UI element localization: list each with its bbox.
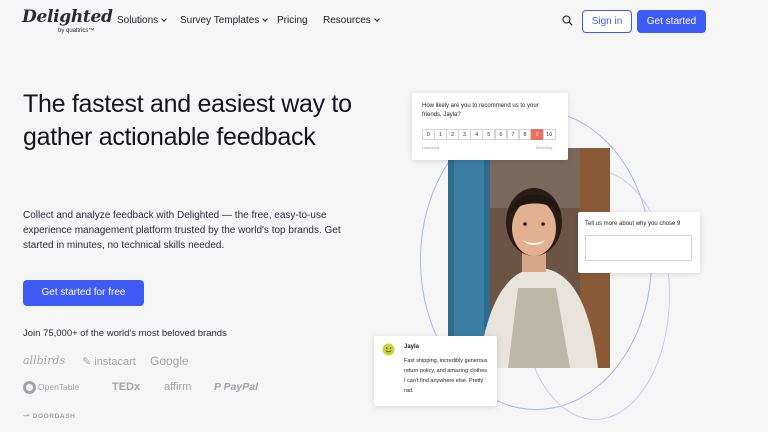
followup-question: Tell us more about why you chose 9	[585, 221, 681, 227]
get-started-free-button[interactable]: Get started for free	[23, 280, 144, 306]
top-nav: Delighted by qualtrics™ Solutions Survey…	[0, 0, 768, 42]
paypal-p-icon: P	[214, 381, 221, 393]
nav-item-survey-templates[interactable]: Survey Templates	[180, 15, 269, 26]
nps-low-label: Least likely	[422, 146, 440, 150]
nav-item-label: Pricing	[277, 15, 308, 26]
delighted-logo[interactable]: Delighted by qualtrics™	[22, 7, 113, 34]
search-icon[interactable]	[562, 15, 573, 26]
brand-label: PayPal	[223, 381, 258, 393]
sign-in-button[interactable]: Sign in	[582, 10, 632, 33]
nps-question: How likely are you to recommend us to yo…	[422, 103, 539, 118]
brand-logo-tedx: TEDx	[112, 381, 141, 393]
brand-logo-google: Google	[150, 354, 189, 368]
hero-subtext: Collect and analyze feedback with Deligh…	[23, 210, 341, 251]
nps-option-7[interactable]: 7	[506, 129, 520, 140]
nps-scale: 0 1 2 3 4 5 6 7 8 9 10	[422, 129, 556, 140]
testimonial-name: Jayla	[404, 344, 420, 350]
brand-logo-instacart: ✎ instacart	[82, 355, 136, 368]
nps-option-6[interactable]: 6	[494, 129, 508, 140]
nps-survey-card: How likely are you to recommend us to yo…	[412, 93, 568, 160]
brand-logo-affirm: affirm	[164, 381, 192, 393]
logo-text: Delighted	[22, 7, 113, 27]
logo-subtext: by qualtrics™	[58, 28, 95, 34]
nav-item-resources[interactable]: Resources	[323, 15, 380, 26]
nps-high-label: Most likely	[536, 146, 553, 150]
opentable-dot-icon	[23, 381, 36, 394]
followup-question-card: Tell us more about why you chose 9	[578, 212, 700, 273]
nav-item-label: Solutions	[117, 15, 159, 26]
followup-answer-field[interactable]	[585, 235, 692, 261]
brand-logo-opentable: OpenTable	[23, 381, 79, 394]
brand-logo-allbirds: allbirds	[23, 354, 66, 367]
nav-item-pricing[interactable]: Pricing	[277, 15, 308, 26]
nps-option-9-selected[interactable]: 9	[530, 129, 544, 140]
chevron-down-icon	[161, 16, 167, 22]
nav-item-solutions[interactable]: Solutions	[117, 15, 167, 26]
testimonial-text: Fast shipping, incredibly generous retur…	[404, 358, 488, 394]
nps-option-0[interactable]: 0	[422, 129, 435, 140]
nps-option-3[interactable]: 3	[458, 129, 471, 140]
brand-label: instacart	[94, 356, 136, 368]
testimonial-card: Jayla Fast shipping, incredibly generous…	[374, 336, 497, 406]
nps-option-10[interactable]: 10	[542, 129, 556, 140]
brand-label: OpenTable	[38, 381, 80, 392]
nps-option-1[interactable]: 1	[434, 129, 447, 140]
brand-label: DOORDASH	[32, 413, 76, 420]
nps-option-8[interactable]: 8	[518, 129, 532, 140]
nps-option-4[interactable]: 4	[470, 129, 483, 140]
brand-logo-doordash: ⇀ DOORDASH	[23, 411, 75, 420]
chevron-down-icon	[262, 16, 269, 22]
nps-option-5[interactable]: 5	[482, 129, 496, 140]
nav-item-label: Resources	[323, 15, 371, 26]
brands-heading: Join 75,000+ of the world's most beloved…	[23, 328, 227, 339]
smiley-face-icon	[382, 343, 395, 356]
get-started-button[interactable]: Get started	[637, 10, 706, 33]
hero-headline: The fastest and easiest way to gather ac…	[23, 90, 352, 151]
brand-logo-paypal: P PayPal	[214, 381, 258, 393]
nps-option-2[interactable]: 2	[446, 129, 459, 140]
doordash-icon: ⇀	[23, 411, 31, 420]
carrot-icon: ✎	[82, 356, 92, 368]
nav-item-label: Survey Templates	[180, 15, 260, 26]
chevron-down-icon	[373, 16, 380, 22]
